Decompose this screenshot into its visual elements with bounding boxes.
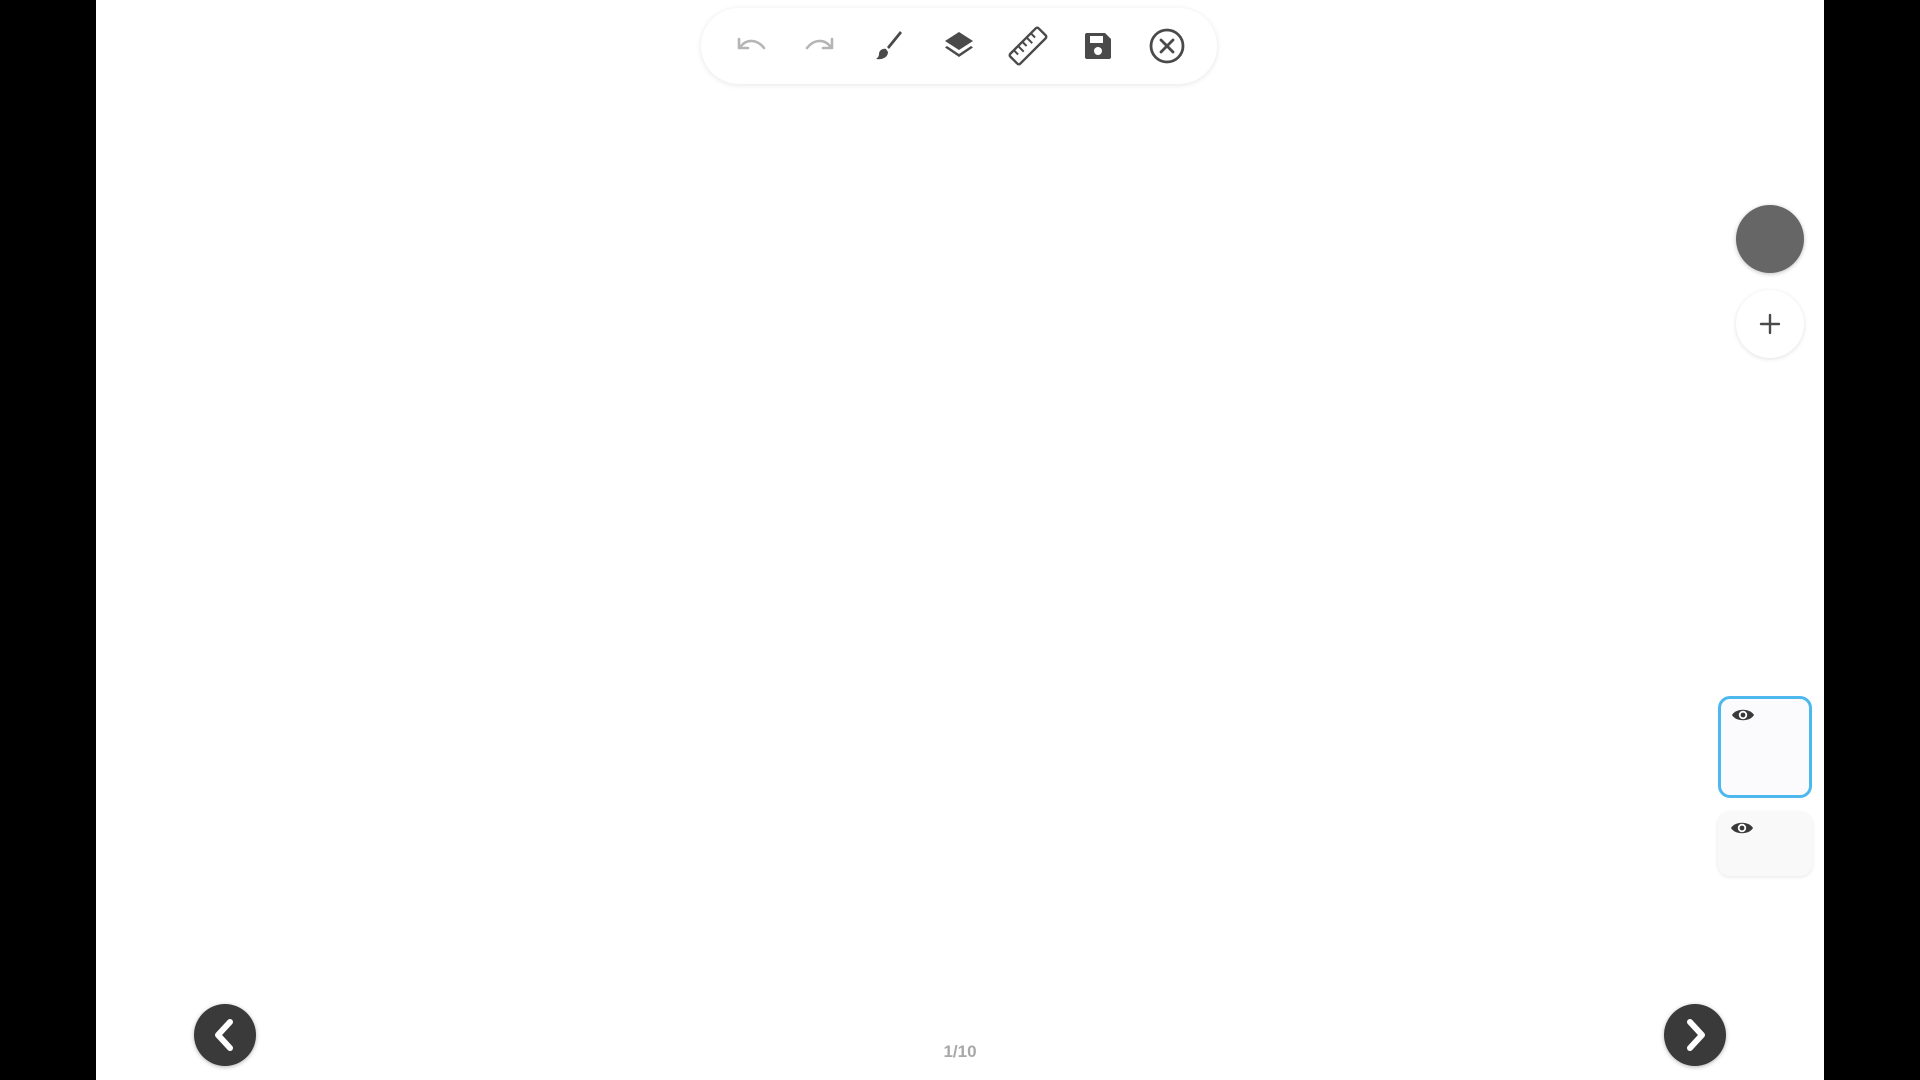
save-icon <box>1084 33 1111 59</box>
letterbox-left <box>0 0 96 1080</box>
brush-button[interactable] <box>866 22 914 70</box>
plus-icon <box>1759 313 1781 335</box>
page-indicator: 1/10 <box>943 1042 977 1061</box>
brush-icon <box>875 31 902 60</box>
layer-thumbnail-1[interactable] <box>1718 696 1812 798</box>
add-layer-button[interactable] <box>1736 290 1804 358</box>
ruler-button[interactable] <box>1004 22 1052 70</box>
eye-icon[interactable] <box>1731 707 1755 723</box>
close-circle-icon <box>1149 28 1185 64</box>
chevron-right-icon <box>1687 1019 1705 1051</box>
layer-thumbnail-2[interactable] <box>1718 812 1812 876</box>
ruler-icon <box>1008 26 1048 66</box>
chevron-left-icon <box>215 1019 233 1051</box>
color-picker-button[interactable] <box>1736 205 1804 273</box>
layers-icon <box>944 32 973 57</box>
previous-page-button[interactable] <box>194 1004 256 1066</box>
undo-button[interactable] <box>727 22 775 70</box>
next-page-button[interactable] <box>1664 1004 1726 1066</box>
redo-icon <box>806 37 834 50</box>
eye-icon[interactable] <box>1730 820 1754 836</box>
save-button[interactable] <box>1074 22 1122 70</box>
undo-icon <box>737 37 766 50</box>
top-toolbar <box>701 8 1217 84</box>
drawing-canvas[interactable]: 1/10 <box>96 0 1824 1080</box>
close-button[interactable] <box>1143 22 1191 70</box>
layers-button[interactable] <box>935 22 983 70</box>
letterbox-right <box>1824 0 1920 1080</box>
redo-button[interactable] <box>796 22 844 70</box>
